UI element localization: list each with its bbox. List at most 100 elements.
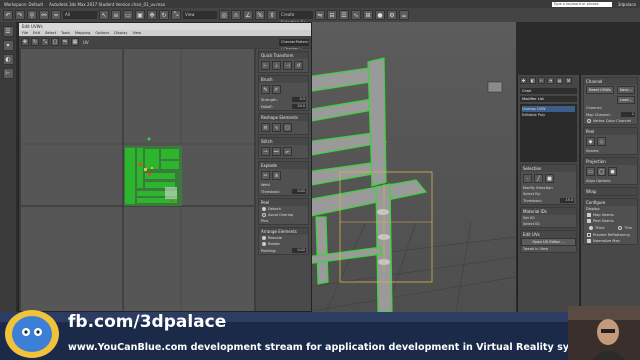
rotate-checkbox[interactable] [262,242,266,246]
polygon-mode-icon[interactable]: ■ [545,174,554,183]
filter-icon[interactable]: ▾ [2,40,14,51]
layers-icon[interactable]: ☰ [339,10,349,20]
menu-file[interactable]: File [22,30,28,36]
menu-mapping[interactable]: Mapping [75,30,90,36]
split-icon[interactable]: ⋔ [272,171,281,180]
thick-option[interactable]: Thick [586,225,608,231]
scene-explorer-icon[interactable]: ☰ [2,26,14,37]
quick-transform-header[interactable]: Quick Transform [259,52,308,59]
thick-radio[interactable] [589,226,593,230]
modify-tab-icon[interactable]: ◧ [529,77,536,84]
thin-radio[interactable] [618,226,623,230]
open-uv-editor-button[interactable]: Open UV Editor ... [521,238,576,246]
map-channel-spinner[interactable]: 1 [621,112,635,117]
channel-header[interactable]: Channel [584,78,637,85]
selection-header[interactable]: Selection [521,165,576,172]
padding-spinner[interactable]: 0.02 [292,248,306,253]
reset-uvws-button[interactable]: Reset UVWs [586,86,614,94]
pivot-icon[interactable]: ◎ [219,10,229,20]
stack-item-editable-poly[interactable]: Editable Poly [522,112,575,118]
save-button[interactable]: Save... [616,86,635,94]
vertex-mode-icon[interactable]: · [523,174,532,183]
pelt-map-icon[interactable]: ◇ [597,137,606,146]
brush-icon[interactable]: ✎ [261,85,270,94]
render-icon[interactable]: ☕ [399,10,409,20]
edge-mode-icon[interactable]: ╱ [534,174,543,183]
projection-header[interactable]: Projection [584,158,637,165]
vertex-color-option[interactable]: Vertex Color Channel [584,118,637,124]
uv-show-map-icon[interactable]: ▦ [71,38,79,46]
select-object-icon[interactable]: ↖ [99,10,109,20]
threshold-spinner[interactable]: 0.01 [292,189,306,194]
falloff-spinner[interactable]: 20.0 [292,104,306,109]
menu-edit[interactable]: Edit [33,30,40,36]
rotate-icon[interactable]: ↻ [159,10,169,20]
menu-tools[interactable]: Tools [61,30,70,36]
menu-view[interactable]: View [133,30,142,36]
cylindrical-map-icon[interactable]: ◯ [597,167,606,176]
uv-freeform-icon[interactable]: ▢ [51,38,59,46]
mirror-icon[interactable]: ⇋ [315,10,325,20]
material-ids-header[interactable]: Material IDs [521,208,576,215]
reshape-elements-header[interactable]: Reshape Elements [259,114,308,121]
view-dropdown[interactable]: View [183,11,217,19]
window-crossing-icon[interactable]: ▣ [135,10,145,20]
explode-header[interactable]: Explode [259,162,308,169]
stitch-average-icon[interactable]: ⊷ [272,147,281,156]
schematic-icon[interactable]: ⊞ [363,10,373,20]
spherical-map-icon[interactable]: ● [608,167,617,176]
uv-move-icon[interactable]: ✥ [21,38,29,46]
menu-options[interactable]: Options [95,30,109,36]
selection-set-dropdown[interactable]: Create Selection Se [279,11,313,25]
align-center-icon[interactable]: ⊥ [272,61,281,70]
uv-mirror-icon[interactable]: ⇋ [61,38,69,46]
utilities-tab-icon[interactable]: ⚒ [565,77,572,84]
render-setup-icon[interactable]: ⚙ [387,10,397,20]
bind-icon[interactable]: ≈ [51,10,61,20]
percent-snap-icon[interactable]: % [255,10,265,20]
angle-snap-icon[interactable]: ∠ [243,10,253,20]
menu-display[interactable]: Display [114,30,127,36]
search-input[interactable]: Type a keyword or phrase [551,1,612,7]
break-icon[interactable]: ✂ [261,171,270,180]
link-icon[interactable]: ⚲ [27,10,37,20]
workspace-label[interactable]: Workspace: Default [4,2,43,7]
planar-map-icon[interactable]: ▭ [586,167,595,176]
hierarchy-icon[interactable]: ⊢ [2,68,14,79]
object-name-field[interactable]: Chair [520,88,577,94]
quick-peel-icon[interactable]: ◆ [586,137,595,146]
load-button[interactable]: Load... [616,96,635,104]
configure-header[interactable]: Configure [584,199,637,206]
relax-brush-icon[interactable]: ✐ [272,85,281,94]
modifier-list-dropdown[interactable]: Modifier List [520,96,577,102]
map-seams-checkbox[interactable] [587,213,591,217]
display-tab-icon[interactable]: ▤ [556,77,563,84]
arrange-elements-header[interactable]: Arrange Elements [259,228,308,235]
stitch-source-icon[interactable]: ⟜ [283,147,292,156]
edit-uvs-header[interactable]: Edit UVs [521,231,576,238]
redo-icon[interactable]: ↷ [15,10,25,20]
rotate-90-icon[interactable]: ↺ [294,61,303,70]
stitch-target-icon[interactable]: ⊸ [261,147,270,156]
peel-panel-header[interactable]: Peel [584,128,637,135]
straighten-icon[interactable]: ≡ [261,123,270,132]
avoid-overlap-radio[interactable] [262,213,266,217]
tweak-in-view-label[interactable]: Tweak In View [521,246,576,252]
relax-icon[interactable]: ∿ [272,123,281,132]
user-name[interactable]: 3dpalace [618,2,636,7]
rect-select-icon[interactable]: ▭ [123,10,133,20]
align-left-icon[interactable]: ⊢ [261,61,270,70]
hierarchy-tab-icon[interactable]: ⊢ [538,77,545,84]
perspective-viewport[interactable] [306,22,516,312]
unlink-icon[interactable]: ⚯ [39,10,49,20]
detach-radio[interactable] [262,207,266,211]
peel-header[interactable]: Peel [259,199,308,206]
uv-scale-icon[interactable]: ⤡ [41,38,49,46]
cp-threshold-spinner[interactable]: 15.0 [560,198,574,203]
display-icon[interactable]: ◐ [2,54,14,65]
strength-spinner[interactable]: 0.5 [292,97,306,102]
motion-tab-icon[interactable]: ◔ [547,77,554,84]
spinner-snap-icon[interactable]: ⇕ [267,10,277,20]
thin-option[interactable]: Thin [615,225,635,231]
snap-icon[interactable]: ∩ [231,10,241,20]
